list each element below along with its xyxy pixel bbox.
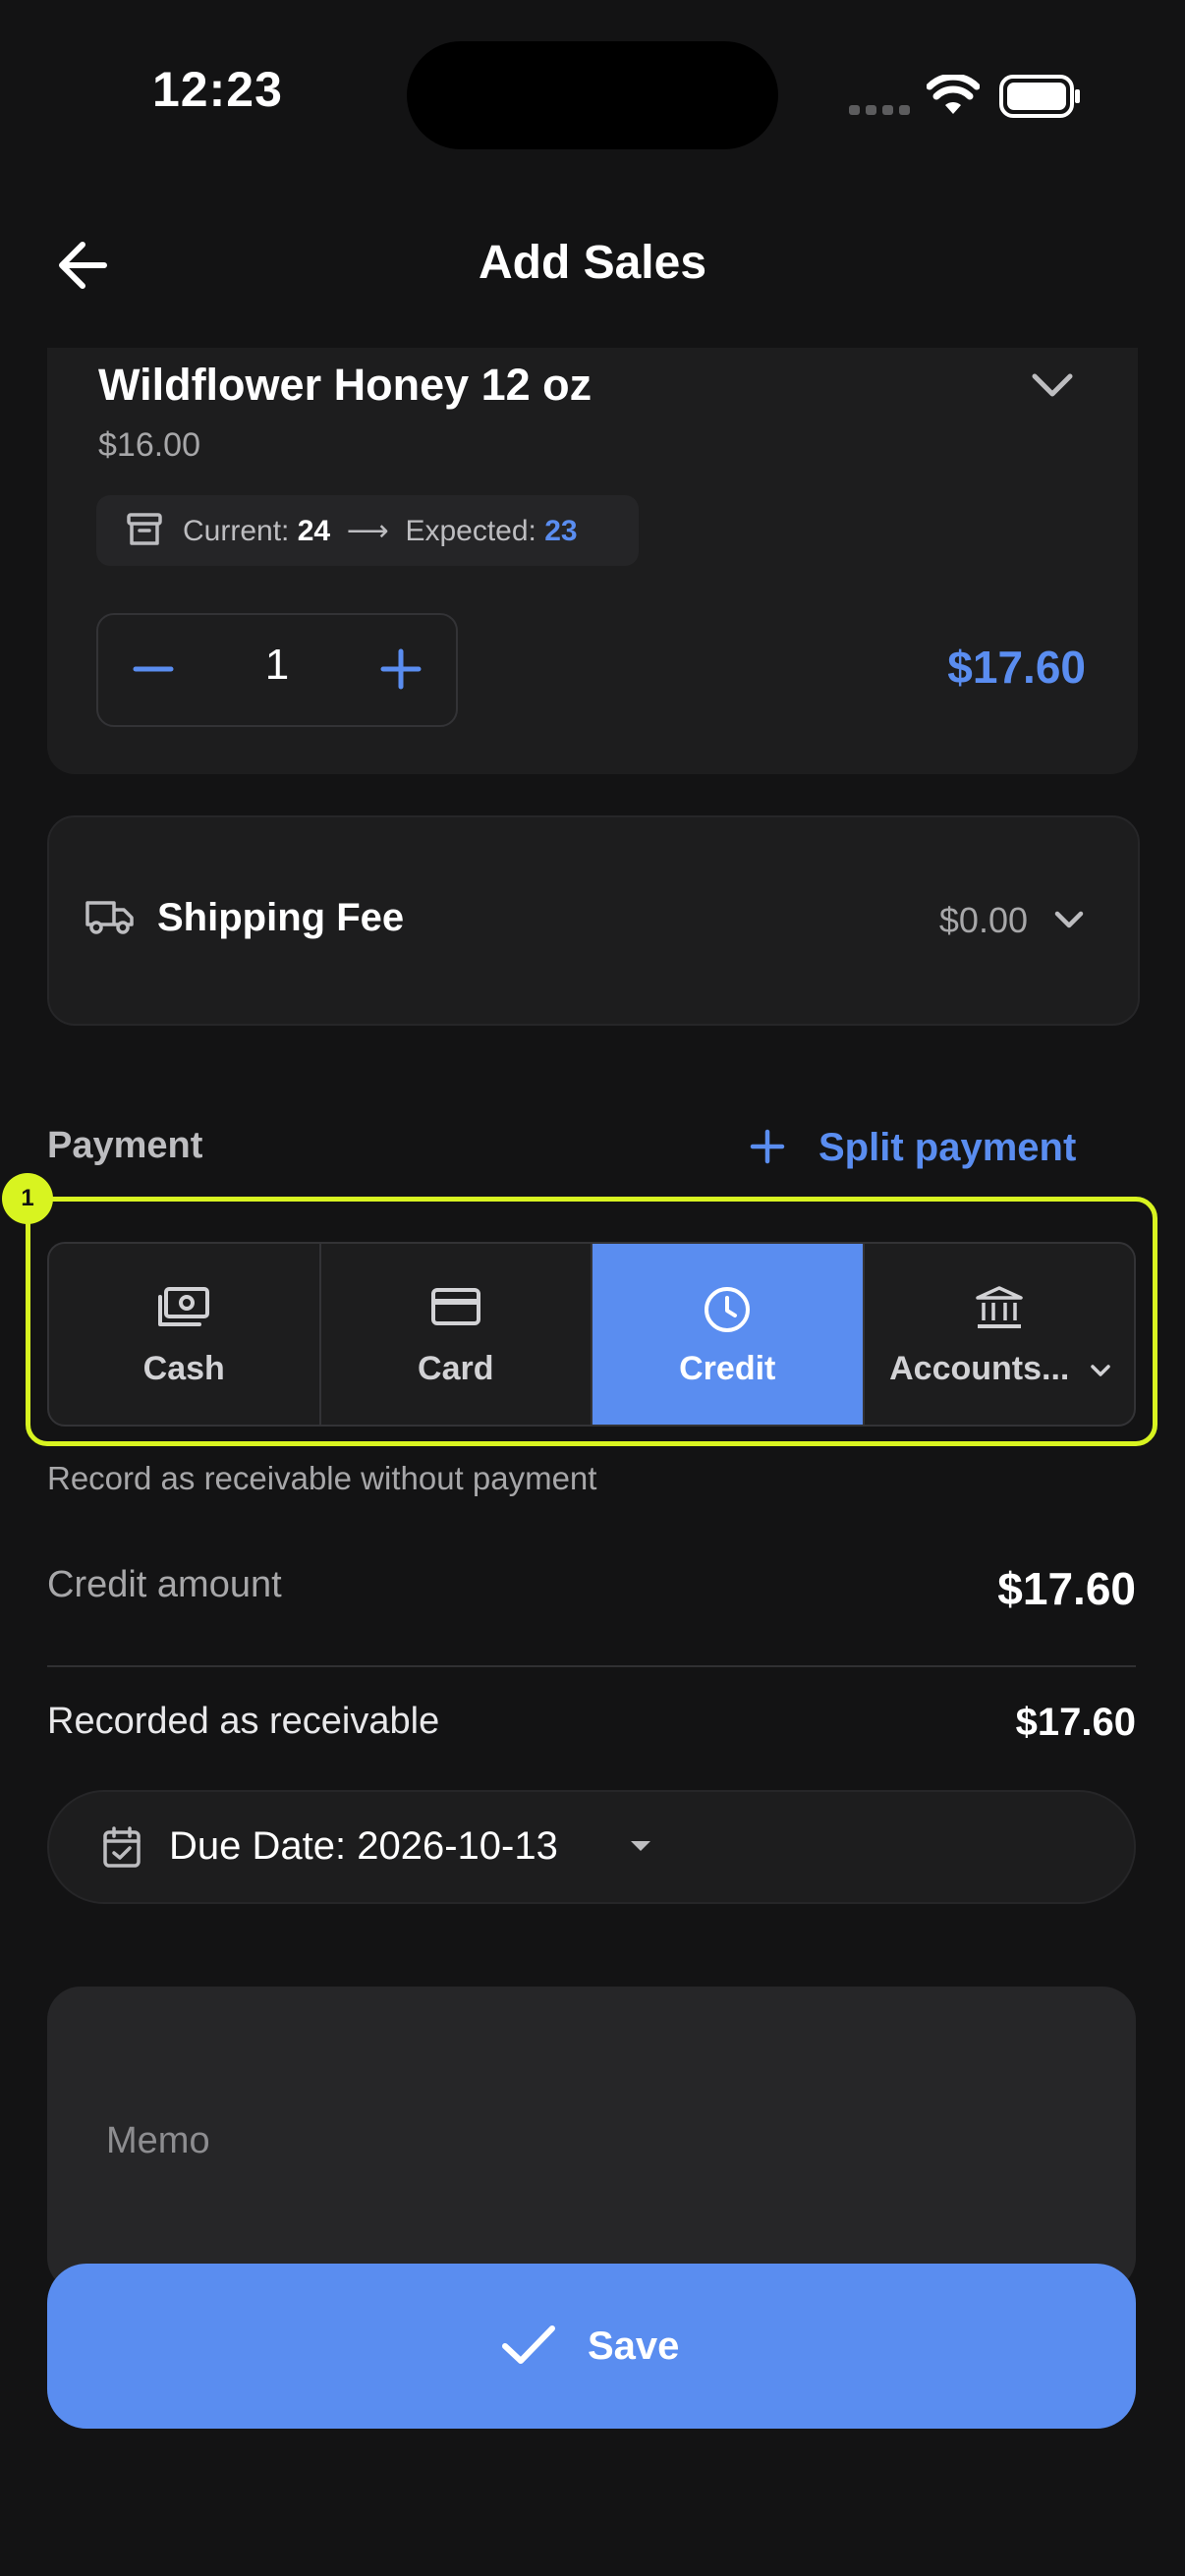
checkmark-icon [499, 2323, 558, 2368]
chevron-down-icon [1049, 904, 1089, 935]
product-price: $16.00 [98, 426, 200, 464]
divider [47, 1665, 1136, 1667]
dynamic-island [407, 41, 778, 149]
quantity-value[interactable]: 1 [246, 641, 309, 690]
wifi-icon [927, 75, 980, 116]
current-stock-label: Current: [183, 515, 290, 547]
truck-icon [85, 897, 136, 936]
page-title: Add Sales [478, 237, 707, 289]
decrease-quantity-button[interactable] [128, 644, 179, 695]
highlight-box [26, 1197, 1157, 1446]
minus-icon [128, 644, 179, 695]
product-name: Wildflower Honey 12 oz [98, 360, 592, 410]
receivable-label: Recorded as receivable [47, 1701, 440, 1742]
status-time: 12:23 [152, 62, 283, 117]
caret-down-icon [629, 1839, 652, 1853]
expand-product-button[interactable] [1027, 366, 1078, 406]
payment-section-label: Payment [47, 1125, 203, 1166]
plus-icon [375, 644, 426, 695]
split-payment-button[interactable]: Split payment [818, 1126, 1076, 1170]
credit-amount-label: Credit amount [47, 1564, 282, 1605]
line-total: $17.60 [947, 642, 1086, 693]
current-stock-value: 24 [297, 515, 331, 547]
highlight-badge: 1 [2, 1173, 53, 1224]
shipping-fee-value: $0.00 [938, 900, 1028, 940]
calendar-check-icon [102, 1825, 141, 1869]
memo-placeholder: Memo [106, 2120, 210, 2161]
memo-field[interactable] [47, 1987, 1136, 2291]
cellular-signal-icon [849, 103, 912, 117]
increase-quantity-button[interactable] [375, 644, 426, 695]
arrow-right-icon: ⟶ [338, 515, 398, 547]
battery-icon [999, 75, 1082, 118]
expected-stock-value: 23 [544, 515, 578, 547]
stock-text: Current: 24 ⟶ Expected: 23 [183, 514, 578, 548]
plus-icon [747, 1126, 788, 1167]
save-button-label: Save [588, 2324, 680, 2368]
payment-hint: Record as receivable without payment [47, 1460, 597, 1496]
shipping-fee-label: Shipping Fee [157, 896, 405, 939]
expected-stock-label: Expected: [405, 515, 536, 547]
archive-box-icon [126, 511, 163, 548]
receivable-value: $17.60 [1015, 1701, 1136, 1744]
chevron-down-icon [1027, 366, 1078, 406]
credit-amount-value: $17.60 [997, 1563, 1136, 1614]
due-date-value: Due Date: 2026-10-13 [169, 1824, 558, 1868]
